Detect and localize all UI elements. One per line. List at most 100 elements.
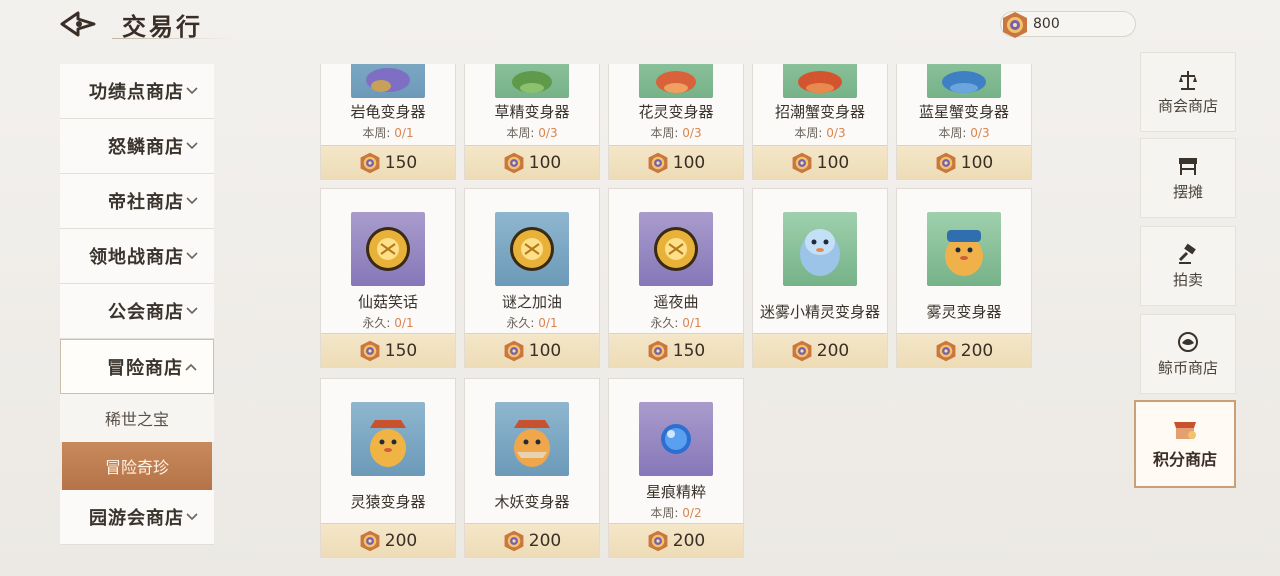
chevron-down-icon (186, 197, 198, 205)
page-title: 交易行 (122, 13, 203, 41)
shop-category-menu: 功绩点商店 怒鳞商店 帝社商店 领地战商店 公会商店 冒险商店 稀世之宝 冒险奇… (60, 64, 214, 548)
submenu-item-rare-treasures[interactable]: 稀世之宝 (60, 394, 214, 442)
price-value: 100 (528, 340, 562, 361)
menu-item-fair-shop[interactable]: 园游会商店 (60, 490, 214, 545)
currency-display: 800 (1000, 11, 1136, 38)
limit-count: 0/1 (394, 126, 414, 140)
points-coin-icon (936, 340, 956, 361)
tab-auction[interactable]: 拍卖 (1140, 226, 1236, 306)
item-card[interactable]: 遥夜曲 永久: 0/1 150 (608, 188, 744, 368)
limit-count: 0/3 (970, 126, 990, 140)
submenu-item-adventure-curios[interactable]: 冒险奇珍 (62, 442, 212, 490)
gavel-icon (1178, 243, 1196, 264)
tab-label: 积分商店 (1152, 450, 1217, 469)
item-limit: 本周: 0/3 (465, 124, 599, 141)
item-price[interactable]: 100 (609, 145, 743, 179)
blue-star-crab-transform-icon (942, 71, 986, 93)
item-price[interactable]: 100 (465, 333, 599, 367)
item-card[interactable]: 蓝星蟹变身器 本周: 0/3 100 (896, 64, 1032, 180)
fog-spirit-transform-icon (945, 230, 983, 276)
menu-item-wrath-scale-shop[interactable]: 怒鳞商店 (60, 119, 214, 174)
item-name: 花灵变身器 (638, 103, 714, 121)
item-price[interactable]: 200 (609, 523, 743, 557)
points-coin-icon (1003, 12, 1027, 38)
menu-item-label: 帝社商店 (108, 192, 184, 213)
item-card[interactable]: 灵猿变身器 200 (320, 378, 456, 558)
item-thumbnail (927, 64, 1001, 98)
item-price[interactable]: 200 (321, 523, 455, 557)
item-card[interactable]: 迷雾小精灵变身器 200 (752, 188, 888, 368)
item-thumbnail (639, 402, 713, 476)
item-card[interactable]: 仙菇笑话 永久: 0/1 150 (320, 188, 456, 368)
price-value: 200 (384, 530, 418, 551)
item-price[interactable]: 150 (321, 333, 455, 367)
tab-label: 鲸币商店 (1157, 358, 1218, 377)
tab-stall[interactable]: 摆摊 (1140, 138, 1236, 218)
item-limit: 永久: 0/1 (321, 314, 455, 331)
tab-points-shop[interactable]: 积分商店 (1134, 400, 1236, 488)
back-button[interactable] (58, 8, 100, 40)
top-bar: 交易行 800 (0, 0, 1280, 48)
item-card[interactable]: 花灵变身器 本周: 0/3 100 (608, 64, 744, 180)
currency-amount: 800 (1033, 16, 1060, 32)
item-price[interactable]: 200 (753, 333, 887, 367)
limit-label: 永久: (650, 316, 679, 330)
item-card[interactable]: 招潮蟹变身器 本周: 0/3 100 (752, 64, 888, 180)
limit-label: 本周: (650, 126, 679, 140)
item-card[interactable]: 星痕精粹 本周: 0/2 200 (608, 378, 744, 558)
item-price[interactable]: 200 (465, 523, 599, 557)
shop-item-grid: 岩龟变身器 本周: 0/1 150 草精变身器 本周: 0/3 100 花灵变身… (320, 64, 1040, 564)
limit-count: 0/1 (394, 316, 414, 330)
limit-count: 0/2 (682, 506, 702, 520)
item-card[interactable]: 岩龟变身器 本周: 0/1 150 (320, 64, 456, 180)
points-coin-icon (648, 152, 668, 173)
limit-count: 0/1 (682, 316, 702, 330)
chevron-down-icon (186, 87, 198, 95)
scale-icon (1179, 70, 1197, 90)
item-name: 遥夜曲 (653, 293, 699, 311)
menu-item-label: 公会商店 (108, 302, 184, 323)
item-name: 草精变身器 (494, 103, 570, 121)
limit-count: 0/3 (826, 126, 846, 140)
item-card[interactable]: 雾灵变身器 200 (896, 188, 1032, 368)
item-card[interactable]: 谜之加油 永久: 0/1 100 (464, 188, 600, 368)
item-price[interactable]: 200 (897, 333, 1031, 367)
menu-item-merit-shop[interactable]: 功绩点商店 (60, 64, 214, 119)
points-coin-icon (360, 152, 380, 173)
points-coin-icon (360, 530, 380, 551)
item-name: 蓝星蟹变身器 (918, 103, 1009, 121)
tab-chamber-shop[interactable]: 商会商店 (1140, 52, 1236, 132)
limit-label: 本周: (650, 506, 679, 520)
item-thumbnail (639, 212, 713, 286)
item-price[interactable]: 100 (465, 145, 599, 179)
item-price[interactable]: 150 (609, 333, 743, 367)
points-coin-icon (792, 152, 812, 173)
chevron-down-icon (186, 307, 198, 315)
menu-item-emperor-shop[interactable]: 帝社商店 (60, 174, 214, 229)
item-price[interactable]: 100 (753, 145, 887, 179)
item-card[interactable]: 木妖变身器 200 (464, 378, 600, 558)
menu-item-guild-shop[interactable]: 公会商店 (60, 284, 214, 339)
item-limit: 本周: 0/3 (609, 124, 743, 141)
chevron-down-icon (186, 142, 198, 150)
price-value: 150 (384, 152, 418, 173)
menu-item-label: 冒险商店 (107, 357, 183, 379)
menu-item-adventure-shop[interactable]: 冒险商店 (60, 339, 214, 394)
whale-coin-icon (1178, 331, 1198, 352)
menu-item-label: 功绩点商店 (89, 82, 184, 103)
price-value: 200 (528, 530, 562, 551)
item-price[interactable]: 150 (321, 145, 455, 179)
gold-medallion-icon (366, 227, 410, 271)
points-coin-icon (504, 530, 524, 551)
chevron-down-icon (186, 252, 198, 260)
turtle-transform-icon (366, 68, 410, 92)
tab-whale-coin-shop[interactable]: 鲸币商店 (1140, 314, 1236, 394)
limit-label: 本周: (362, 126, 391, 140)
points-coin-icon (360, 340, 380, 361)
item-price[interactable]: 100 (897, 145, 1031, 179)
item-card[interactable]: 草精变身器 本周: 0/3 100 (464, 64, 600, 180)
gold-medallion-icon (510, 227, 554, 271)
spirit-ape-transform-icon (370, 420, 406, 467)
item-limit: 本周: 0/2 (609, 504, 743, 521)
menu-item-territory-war-shop[interactable]: 领地战商店 (60, 229, 214, 284)
